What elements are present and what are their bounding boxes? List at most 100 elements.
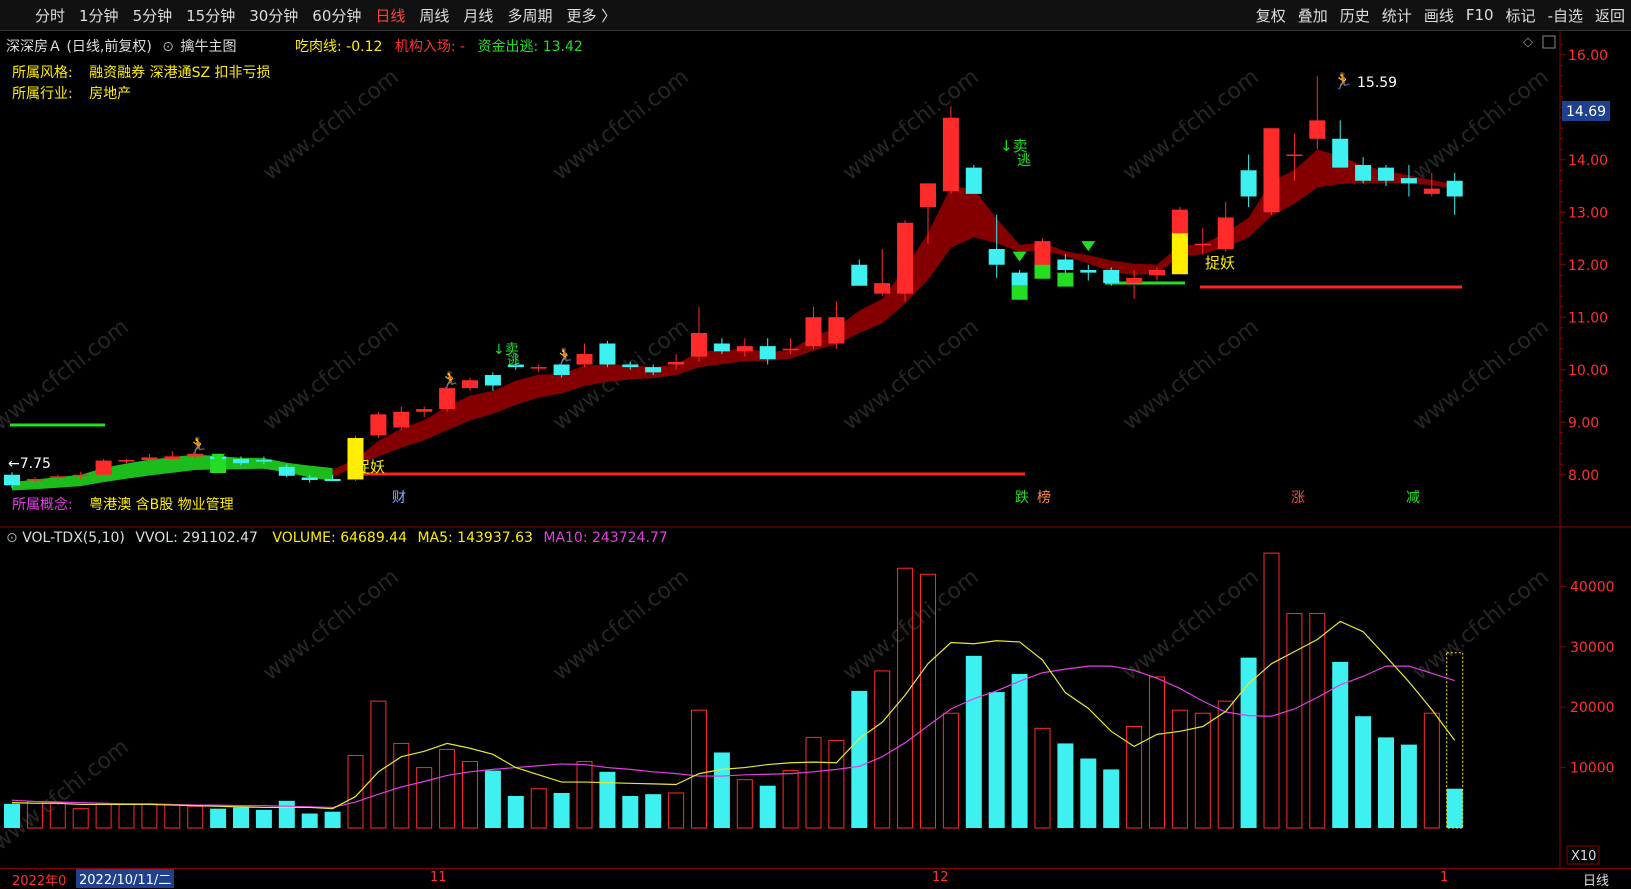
candle-body [1286,154,1303,156]
candle-body [828,317,845,344]
volume-tick-label: 10000 [1570,761,1615,777]
candle-body [668,361,685,365]
candle-body [1240,170,1257,197]
volume-tick-label: 20000 [1570,700,1615,716]
volume-bar-down [4,803,20,828]
event-jian[interactable]: 减 [1406,490,1420,506]
event-zhang[interactable]: 涨 [1291,490,1305,506]
volume-bar-down [255,809,272,828]
tab-multi-period[interactable]: 多周期 [500,5,559,26]
candle-body [1126,277,1143,284]
vvol-value: VVOL: 291102.47 [135,530,258,546]
green-signal-block [1057,272,1074,287]
price-tick-label: 16.00 [1568,48,1608,64]
draw-line-button[interactable]: 画线 [1418,5,1460,26]
tab-30min[interactable]: 30分钟 [242,5,305,26]
template-name[interactable]: 擒牛主图 [180,39,236,55]
stock-title[interactable]: 深深房Ａ (日线,前复权) [6,39,152,55]
tab-60min[interactable]: 60分钟 [305,5,368,26]
tab-fenshi[interactable]: 分时 [28,5,72,26]
candle-body [920,183,936,207]
volume-bar-down [278,800,295,828]
volume-bar-down [1355,716,1372,828]
volume-indicator-name[interactable]: VOL-TDX(5,10) [22,530,125,546]
back-button[interactable]: 返回 [1589,5,1631,26]
style-label: 所属风格: [12,65,73,81]
volume-bar-down [965,655,982,828]
zhuoyao-signal-bar [1171,233,1188,275]
event-die[interactable]: 跌 [1015,490,1029,506]
concept-row: 所属概念: 粤港澳 含B股 物业管理 [12,494,234,514]
tab-5min[interactable]: 5分钟 [126,5,180,26]
kline-chart[interactable]: www.cfchi.com www.cfchi.com www.cfchi.co… [0,31,1631,868]
overlay-button[interactable]: 叠加 [1292,5,1334,26]
volume-bar-down [713,752,730,828]
candle-body [530,367,547,369]
fund-escape-value: 13.42 [542,39,583,55]
volume-bar-down [210,808,227,828]
candle-body [255,460,272,462]
price-tick-label: 9.00 [1568,415,1599,431]
tab-daily[interactable]: 日线 [368,5,412,26]
candle-body [1332,138,1349,168]
diamond-icon[interactable]: ◇ [1523,35,1533,50]
stats-button[interactable]: 统计 [1376,5,1418,26]
volume-bar-down [1400,744,1417,828]
candle-body [164,456,181,459]
candle-body [1217,217,1234,249]
tab-15min[interactable]: 15分钟 [179,5,242,26]
candle-body [805,317,822,347]
candle-body [1423,188,1440,194]
high-price-label: 15.59 [1357,75,1397,91]
candle-body [988,249,1005,265]
tab-1min[interactable]: 1分钟 [72,5,126,26]
cursor-date-label: 2022/10/11/二 [76,869,175,888]
toolbar-right: 复权 叠加 历史 统计 画线 F10 标记 -自选 返回 [1250,5,1631,26]
month-12-label: 12 [932,870,949,885]
price-tick-label: 8.00 [1568,468,1599,484]
tab-monthly[interactable]: 月线 [456,5,500,26]
volume-bar-down [1446,788,1463,828]
candle-body [1149,270,1165,276]
event-bang[interactable]: 榜 [1037,489,1051,506]
candle-body [1103,270,1120,284]
candle-body [874,283,891,294]
date-axis: 2022年0 2022/10/11/二 11 12 1 日线 [0,868,1631,889]
candle-body [1446,180,1463,197]
candle-body [1263,128,1280,213]
volume-dropdown-icon[interactable]: ⊙ [6,530,18,546]
template-dropdown-icon[interactable]: ⊙ [162,39,174,55]
style-value: 融资融券 深港通SZ 扣非亏损 [89,65,271,81]
volume-bar-down [301,813,318,828]
candle-body [965,167,982,194]
candle-body [782,348,799,351]
volume-header: ⊙ VOL-TDX(5,10) VVOL: 291102.47 VOLUME: … [6,530,668,546]
candle-body [599,343,616,365]
price-tick-label: 10.00 [1568,363,1608,379]
volume-bar-down [484,770,501,828]
candle-body [95,460,112,475]
event-cai[interactable]: 财 [392,490,406,506]
fuquan-button[interactable]: 复权 [1250,5,1292,26]
volume-bar-down [1332,661,1349,828]
volume-tick-label: 40000 [1570,579,1615,595]
volume-bar-down [507,795,524,828]
volume-bar-down [851,690,868,828]
tab-weekly[interactable]: 周线 [412,5,456,26]
mark-button[interactable]: 标记 [1500,5,1542,26]
volume-bar-down [599,771,616,828]
candle-body [1378,167,1394,181]
volume-bar-down [1103,769,1120,828]
concept-label: 所属概念: [12,497,73,513]
candle-body [1057,259,1074,270]
tab-more[interactable]: 更多 〉 [559,5,623,26]
volume-bar-down [553,792,570,828]
history-button[interactable]: 历史 [1334,5,1376,26]
candle-body [645,367,662,373]
candle-body [553,364,570,375]
f10-button[interactable]: F10 [1460,6,1500,24]
green-signal-block [1011,285,1028,300]
candle-body [576,354,593,365]
remove-watchlist-button[interactable]: -自选 [1542,5,1589,26]
candle-body [1080,270,1097,273]
